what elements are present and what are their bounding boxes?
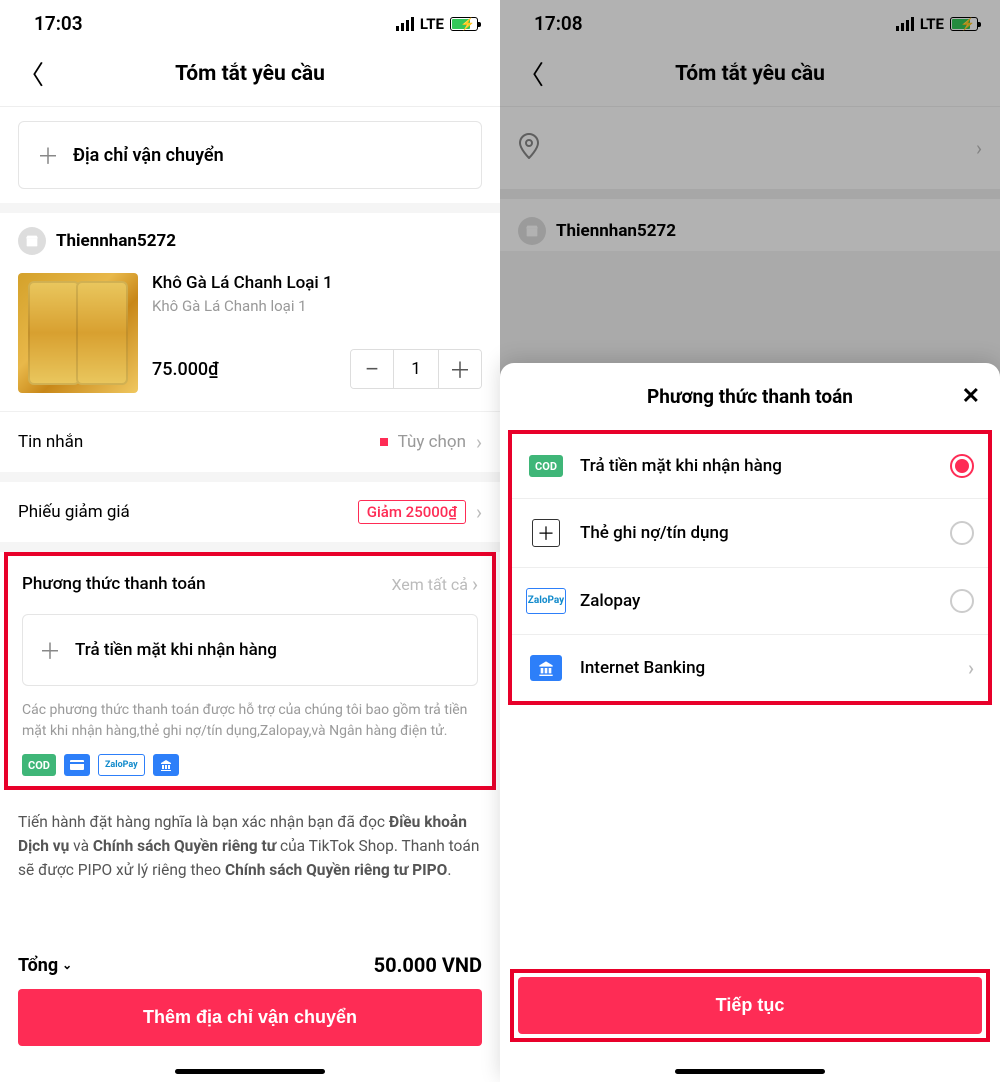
- shop-row-bg: Thiennhan5272: [500, 199, 1000, 251]
- plus-icon: ＋: [37, 144, 59, 166]
- add-shipping-address-row[interactable]: ＋ Địa chỉ vận chuyển: [18, 121, 482, 189]
- coupon-label: Phiếu giảm giá: [18, 502, 130, 522]
- cod-badge-icon: COD: [22, 754, 56, 776]
- message-row[interactable]: Tin nhắn Tùy chọn ›: [0, 411, 500, 472]
- signal-icon: [396, 17, 414, 31]
- pipo-privacy-link[interactable]: Chính sách Quyền riêng tư PIPO: [225, 861, 447, 879]
- chevron-down-icon: ⌄: [62, 958, 72, 972]
- status-bar: 17:03 LTE ⚡: [0, 0, 500, 39]
- total-label[interactable]: Tổng ⌄: [18, 955, 72, 976]
- notification-dot-icon: [380, 438, 388, 446]
- payment-option-label: Trả tiền mặt khi nhận hàng: [75, 640, 277, 660]
- zalopay-badge-icon: ZaloPay: [98, 754, 145, 776]
- option-label: Thẻ ghi nợ/tín dụng: [580, 523, 729, 543]
- bank-badge-icon: [153, 754, 179, 776]
- view-all-payment-link[interactable]: Xem tất cả ›: [391, 572, 478, 596]
- payment-option-cod[interactable]: COD Trả tiền mặt khi nhận hàng: [512, 434, 988, 499]
- signal-icon: [896, 17, 914, 31]
- back-button: 〈: [518, 55, 548, 92]
- home-indicator[interactable]: [175, 1069, 325, 1074]
- location-pin-icon: [518, 133, 540, 163]
- total-value: 50.000 VND: [374, 953, 482, 977]
- sheet-title: Phương thức thanh toán: [647, 385, 853, 408]
- payment-option-zalopay[interactable]: ZaloPay Zalopay: [512, 568, 988, 635]
- status-bar: 17:08 LTE ⚡: [500, 0, 1000, 39]
- status-time: 17:08: [534, 12, 583, 35]
- chevron-right-icon: ›: [476, 500, 482, 524]
- terms-text: Tiến hành đặt hàng nghĩa là bạn xác nhận…: [0, 790, 500, 902]
- payment-option-internet-banking[interactable]: Internet Banking ›: [512, 635, 988, 701]
- quantity-stepper: − 1 ＋: [350, 349, 482, 389]
- status-indicators: LTE ⚡: [896, 15, 978, 33]
- product-subtitle: Khô Gà Lá Chanh loại 1: [152, 297, 482, 315]
- plus-icon: ＋: [532, 519, 560, 547]
- payment-method-sheet: Phương thức thanh toán ✕ COD Trả tiền mặ…: [500, 363, 1000, 1082]
- zalopay-badge-icon: ZaloPay: [526, 588, 566, 614]
- product-title: Khô Gà Lá Chanh Loại 1: [152, 273, 482, 293]
- privacy-policy-link[interactable]: Chính sách Quyền riêng tư: [93, 837, 276, 855]
- product-price: 75.000₫: [152, 359, 219, 380]
- status-time: 17:03: [34, 12, 83, 35]
- network-label: LTE: [420, 15, 444, 33]
- chevron-right-icon: ›: [968, 656, 974, 680]
- status-indicators: LTE ⚡: [396, 15, 478, 33]
- nav-header: 〈 Tóm tắt yêu cầu: [0, 39, 500, 107]
- battery-icon: ⚡: [450, 17, 478, 31]
- page-title: Tóm tắt yêu cầu: [518, 62, 982, 86]
- network-label: LTE: [920, 15, 944, 33]
- qty-minus-button[interactable]: −: [351, 350, 393, 388]
- chevron-right-icon: ›: [976, 136, 982, 160]
- nav-header: 〈 Tóm tắt yêu cầu: [500, 39, 1000, 107]
- shop-name: Thiennhan5272: [556, 221, 676, 241]
- payment-option-card[interactable]: ＋ Thẻ ghi nợ/tín dụng: [512, 499, 988, 568]
- address-row-bg: ›: [500, 107, 1000, 189]
- checkout-footer: Tổng ⌄ 50.000 VND Thêm địa chỉ vận chuyể…: [0, 935, 500, 1082]
- radio-unselected-icon[interactable]: [950, 521, 974, 545]
- chevron-right-icon: ›: [472, 572, 478, 596]
- close-button[interactable]: ✕: [962, 384, 980, 409]
- payment-cod-option[interactable]: ＋ Trả tiền mặt khi nhận hàng: [22, 614, 478, 686]
- qty-value: 1: [393, 350, 439, 388]
- product-image[interactable]: [18, 273, 138, 393]
- option-label: Internet Banking: [580, 658, 705, 678]
- payment-note: Các phương thức thanh toán được hỗ trợ c…: [8, 696, 492, 746]
- payment-options-highlight-box: COD Trả tiền mặt khi nhận hàng ＋ Thẻ ghi…: [508, 430, 992, 705]
- message-label: Tin nhắn: [18, 432, 83, 452]
- coupon-row[interactable]: Phiếu giảm giá Giảm 25000₫ ›: [0, 482, 500, 542]
- chevron-right-icon: ›: [476, 430, 482, 454]
- discount-badge: Giảm 25000₫: [358, 500, 466, 524]
- shop-icon: [518, 217, 546, 245]
- payment-method-highlight-box: Phương thức thanh toán Xem tất cả › ＋ Tr…: [4, 552, 496, 790]
- card-badge-icon: [64, 754, 90, 776]
- option-label: Trả tiền mặt khi nhận hàng: [580, 456, 782, 476]
- page-title: Tóm tắt yêu cầu: [18, 62, 482, 86]
- radio-selected-icon[interactable]: [950, 454, 974, 478]
- plus-icon: ＋: [39, 639, 61, 661]
- add-address-cta-button[interactable]: Thêm địa chỉ vận chuyển: [18, 989, 482, 1046]
- option-label: Zalopay: [580, 591, 640, 611]
- bank-badge-icon: [530, 655, 562, 681]
- cod-badge-icon: COD: [529, 455, 563, 477]
- shop-name: Thiennhan5272: [56, 231, 176, 251]
- product-row: Khô Gà Lá Chanh Loại 1 Khô Gà Lá Chanh l…: [0, 269, 500, 411]
- address-label: Địa chỉ vận chuyển: [73, 145, 224, 166]
- battery-icon: ⚡: [950, 17, 978, 31]
- message-option: Tùy chọn: [398, 432, 466, 452]
- payment-icons-row: COD ZaloPay: [8, 746, 492, 780]
- qty-plus-button[interactable]: ＋: [439, 350, 481, 388]
- shop-icon: [18, 227, 46, 255]
- home-indicator[interactable]: [675, 1069, 825, 1074]
- payment-method-header: Phương thức thanh toán: [22, 574, 206, 594]
- radio-unselected-icon[interactable]: [950, 589, 974, 613]
- continue-button-highlight-box: Tiếp tục: [510, 969, 990, 1042]
- continue-button[interactable]: Tiếp tục: [518, 977, 982, 1034]
- shop-row[interactable]: Thiennhan5272: [0, 213, 500, 269]
